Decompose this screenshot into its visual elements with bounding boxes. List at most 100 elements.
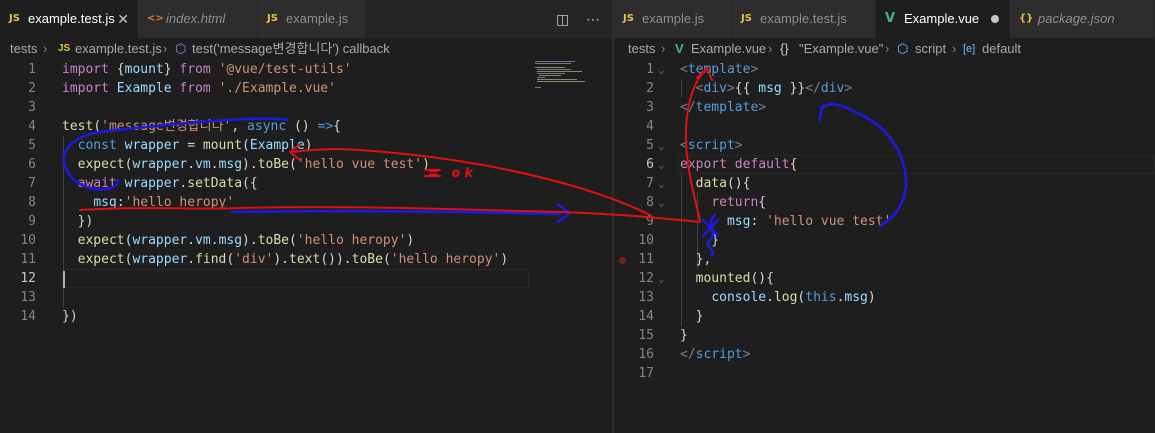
fold-chevron-icon[interactable]: ⌄ bbox=[658, 60, 665, 79]
code-line[interactable]: 6 expect(wrapper.vm.msg).toBe('hello vue… bbox=[0, 155, 612, 174]
line-number: 11 bbox=[20, 252, 36, 267]
line-number: 6 bbox=[646, 157, 654, 172]
code-line[interactable]: 9 msg: 'hello vue test' bbox=[614, 212, 1155, 231]
line-number: 15 bbox=[638, 328, 654, 343]
code-line[interactable]: 17 bbox=[614, 364, 1155, 383]
tab-example-test-js[interactable]: JS example.test.js ✕ bbox=[0, 0, 138, 38]
code-line[interactable]: 16 </script> bbox=[614, 345, 1155, 364]
right-tab-bar: JS example.js JS example.test.js V Examp… bbox=[614, 0, 1155, 38]
code-text: } bbox=[680, 309, 704, 324]
code-line[interactable]: 8 msg:'hello heropy' bbox=[0, 193, 612, 212]
line-number: 8 bbox=[646, 195, 654, 210]
code-line[interactable]: 3 </template> bbox=[614, 98, 1155, 117]
code-editor-right[interactable]: 1 ⌄ <template> 2 <div>{{ msg }}</div> 3 </tem… bbox=[614, 60, 1155, 433]
line-number: 13 bbox=[20, 290, 36, 305]
code-line[interactable]: 14}) bbox=[0, 307, 612, 326]
code-line[interactable]: 2 import Example from './Example.vue' bbox=[0, 79, 612, 98]
code-line[interactable]: 4 test('message변경합니다', async () =>{ bbox=[0, 117, 612, 136]
vue-file-icon: V bbox=[675, 41, 684, 56]
fold-chevron-icon[interactable]: ⌄ bbox=[658, 193, 665, 212]
code-line[interactable]: 6 ⌄ export default{ bbox=[614, 155, 1155, 174]
code-line[interactable]: 11 expect(wrapper.find('div').text()).to… bbox=[0, 250, 612, 269]
code-line[interactable]: 3 bbox=[0, 98, 612, 117]
line-number: 14 bbox=[20, 309, 36, 324]
code-text: }) bbox=[62, 309, 78, 324]
breadcrumb-object[interactable]: "Example.vue" bbox=[799, 38, 883, 60]
tab-example-js[interactable]: JS example.js bbox=[614, 0, 732, 38]
line-number: 17 bbox=[638, 366, 654, 381]
breadcrumb-default[interactable]: default bbox=[982, 38, 1021, 60]
more-actions-icon[interactable]: ⋯ bbox=[586, 0, 600, 38]
fold-chevron-icon[interactable]: ⌄ bbox=[658, 174, 665, 193]
line-number: 14 bbox=[638, 309, 654, 324]
breadcrumb-file[interactable]: Example.vue bbox=[691, 38, 766, 60]
tab-index-html[interactable]: <> index.html bbox=[138, 0, 258, 38]
js-file-icon: JS bbox=[267, 13, 278, 24]
code-text: return{ bbox=[711, 195, 767, 210]
breadcrumb: tests › V Example.vue › {} "Example.vue"… bbox=[614, 38, 1155, 60]
code-line[interactable]: 7 ⌄ data(){ bbox=[614, 174, 1155, 193]
tab-label: example.js bbox=[286, 11, 349, 26]
chevron-right-icon: › bbox=[163, 41, 168, 56]
variable-icon: [e] bbox=[963, 43, 976, 55]
code-line[interactable]: 12 ⌄ mounted(){ bbox=[614, 269, 1155, 288]
line-number: 2 bbox=[646, 81, 654, 96]
code-line[interactable]: 10 expect(wrapper.vm.msg).toBe('hello he… bbox=[0, 231, 612, 250]
code-line[interactable]: 4 bbox=[614, 117, 1155, 136]
breadcrumb-symbol[interactable]: test('message변경합니다') callback bbox=[192, 38, 390, 60]
code-line[interactable]: 15} bbox=[614, 326, 1155, 345]
fold-chevron-icon[interactable]: ⌄ bbox=[658, 155, 665, 174]
code-line[interactable]: 5 ⌄ <script> bbox=[614, 136, 1155, 155]
js-file-icon: JS bbox=[623, 13, 634, 24]
code-text: expect(wrapper.find('div').text()).toBe(… bbox=[77, 252, 509, 267]
tab-label: example.js bbox=[642, 11, 705, 26]
code-line[interactable]: 13 bbox=[0, 288, 612, 307]
code-line[interactable]: 2 <div>{{ msg }}</div> bbox=[614, 79, 1155, 98]
code-text: const wrapper = mount(Example) bbox=[77, 138, 313, 153]
code-text: test('message변경합니다', async () =>{ bbox=[62, 119, 341, 134]
tab-example-js[interactable]: JS example.js bbox=[258, 0, 366, 38]
breadcrumb-folder[interactable]: tests bbox=[10, 38, 37, 60]
left-tab-bar: JS example.test.js ✕ <> index.html JS ex… bbox=[0, 0, 612, 38]
fold-chevron-icon[interactable]: ⌄ bbox=[658, 136, 665, 155]
line-number: 5 bbox=[28, 138, 36, 153]
line-number: 1 bbox=[28, 62, 36, 77]
code-text: <template> bbox=[680, 62, 759, 77]
code-text: data(){ bbox=[695, 176, 751, 191]
breadcrumb-file[interactable]: example.test.js bbox=[75, 38, 162, 60]
code-line[interactable]: 13 console.log(this.msg) bbox=[614, 288, 1155, 307]
breadcrumb: tests › JS example.test.js › ⬡ test('mes… bbox=[0, 38, 612, 60]
tab-example-vue[interactable]: V Example.vue bbox=[876, 0, 1010, 38]
line-number: 2 bbox=[28, 81, 36, 96]
line-number: 12 bbox=[638, 271, 654, 286]
breadcrumb-folder[interactable]: tests bbox=[628, 38, 655, 60]
code-line[interactable]: 10 } bbox=[614, 231, 1155, 250]
cube-icon: ⬡ bbox=[897, 41, 909, 56]
json-file-icon: {} bbox=[1019, 13, 1034, 24]
code-editor-left[interactable]: 1 import {mount} from '@vue/test-utils' 2 i… bbox=[0, 60, 612, 433]
code-text: <div>{{ msg }}</div> bbox=[695, 81, 853, 96]
fold-chevron-icon[interactable]: ⌄ bbox=[658, 269, 665, 288]
close-icon[interactable]: ✕ bbox=[117, 0, 129, 38]
code-line[interactable]: 7 await wrapper.setData({ bbox=[0, 174, 612, 193]
code-line[interactable]: 8 ⌄ return{ bbox=[614, 193, 1155, 212]
code-line[interactable]: 1 import {mount} from '@vue/test-utils' bbox=[0, 60, 612, 79]
code-line[interactable]: 5 const wrapper = mount(Example) bbox=[0, 136, 612, 155]
code-text: expect(wrapper.vm.msg).toBe('hello herop… bbox=[77, 233, 415, 248]
code-text: }) bbox=[62, 214, 94, 229]
text-cursor bbox=[63, 271, 65, 288]
code-line[interactable]: 1 ⌄ <template> bbox=[614, 60, 1155, 79]
unsaved-dot-icon[interactable] bbox=[991, 15, 999, 23]
code-line[interactable]: 11 }, bbox=[614, 250, 1155, 269]
tab-package-json[interactable]: {} package.json bbox=[1010, 0, 1155, 38]
tab-label: Example.vue bbox=[904, 11, 980, 26]
line-number: 1 bbox=[646, 62, 654, 77]
breadcrumb-script[interactable]: script bbox=[915, 38, 946, 60]
code-line[interactable]: 9 }) bbox=[0, 212, 612, 231]
code-line[interactable]: 12 bbox=[0, 269, 612, 288]
code-text: } bbox=[680, 328, 688, 343]
tab-example-test-js[interactable]: JS example.test.js bbox=[732, 0, 876, 38]
line-number: 4 bbox=[646, 119, 654, 134]
split-editor-icon[interactable]: ◫ bbox=[556, 0, 569, 38]
code-line[interactable]: 14 } bbox=[614, 307, 1155, 326]
